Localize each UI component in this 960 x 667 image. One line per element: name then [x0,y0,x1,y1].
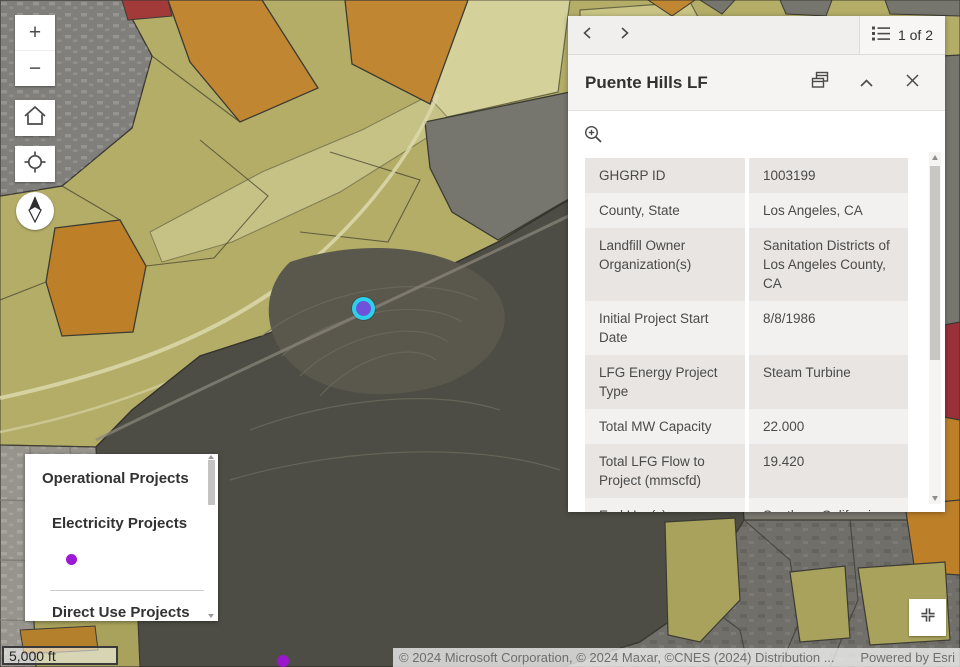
close-icon [906,74,919,92]
field-row-landfill-owner: Landfill Owner Organization(s) Sanitatio… [585,228,908,301]
legend-panel: Operational Projects Electricity Project… [25,454,218,621]
field-row-end-use: End Use(s) Southern California [585,498,908,512]
field-value: 8/8/1986 [749,301,908,355]
feature-popup: 1 of 2 Puente Hills LF [568,16,945,512]
field-value: 19.420 [749,444,908,498]
legend-scrollbar-thumb[interactable] [208,460,215,505]
collapse-icon [917,604,939,631]
feature-pager-count[interactable]: 1 of 2 [859,16,945,54]
field-row-project-type: LFG Energy Project Type Steam Turbine [585,355,908,409]
legend-layer-direct-use: Direct Use Projects [52,604,204,621]
dock-icon [810,70,830,95]
close-popup-button[interactable] [889,65,935,101]
field-value: Southern California [749,498,908,512]
compass-icon [24,195,46,228]
home-icon [23,105,47,132]
field-value: Steam Turbine [749,355,908,409]
locate-button[interactable] [15,146,55,182]
popup-content: GHGRP ID 1003199 County, State Los Angel… [568,111,945,512]
field-value: Sanitation Districts of Los Angeles Coun… [749,228,908,301]
field-row-lfg-flow: Total LFG Flow to Project (mmscfd) 19.42… [585,444,908,498]
field-label: County, State [585,193,745,228]
previous-feature-button[interactable] [573,21,601,49]
field-label: Landfill Owner Organization(s) [585,228,745,301]
legend-divider [50,590,204,591]
attribution-bar: © 2024 Microsoft Corporation, © 2024 Max… [393,648,960,667]
popup-title: Puente Hills LF [585,73,797,93]
scale-bar: 5,000 ft [2,646,118,665]
field-label: Total LFG Flow to Project (mmscfd) [585,444,745,498]
field-label: LFG Energy Project Type [585,355,745,409]
field-label: End Use(s) [585,498,745,512]
zoom-to-icon [584,125,603,147]
collapse-popup-button[interactable] [843,65,889,101]
field-value: 1003199 [749,158,908,193]
scroll-down-icon[interactable] [932,496,938,501]
chevron-left-icon [582,26,593,44]
field-label: GHGRP ID [585,158,745,193]
zoom-control: + − [15,15,55,86]
zoom-out-button[interactable]: − [15,50,55,86]
popup-scrollbar-thumb[interactable] [930,166,940,360]
field-row-ghgrp-id: GHGRP ID 1003199 [585,158,908,193]
chevron-right-icon [619,26,630,44]
zoom-in-button[interactable]: + [15,15,55,50]
scroll-up-icon[interactable] [932,155,938,160]
legend-scroll-down-icon[interactable] [208,614,214,618]
dock-popup-button[interactable] [797,65,843,101]
toggle-fullscreen-button[interactable] [909,599,946,636]
project-marker[interactable] [277,655,289,667]
field-label: Total MW Capacity [585,409,745,444]
home-button[interactable] [15,100,55,136]
list-icon [872,26,890,44]
scale-bar-label: 5,000 ft [9,648,56,664]
popup-pager-bar: 1 of 2 [568,16,945,55]
attribution-sources: © 2024 Microsoft Corporation, © 2024 Max… [399,650,846,665]
field-label: Initial Project Start Date [585,301,745,355]
map-viewer: + − Operational Projects Electr [0,0,960,667]
popup-title-bar: Puente Hills LF [568,55,945,111]
field-row-start-date: Initial Project Start Date 8/8/1986 [585,301,908,355]
locate-icon [23,150,47,179]
legend-layer-electricity: Electricity Projects [52,515,204,532]
field-value: Los Angeles, CA [749,193,908,228]
zoom-to-feature-button[interactable] [578,123,604,149]
legend-title: Operational Projects [42,470,204,487]
next-feature-button[interactable] [610,21,638,49]
chevron-up-icon [860,74,873,92]
electricity-swatch [66,554,77,565]
attribute-table: GHGRP ID 1003199 County, State Los Angel… [585,158,908,512]
popup-scrollbar[interactable] [929,152,941,504]
field-row-county-state: County, State Los Angeles, CA [585,193,908,228]
legend-scroll-up-icon[interactable] [208,455,214,459]
compass-button[interactable] [16,192,54,230]
field-value: 22.000 [749,409,908,444]
field-row-mw-capacity: Total MW Capacity 22.000 [585,409,908,444]
powered-by-esri: Powered by Esri [860,650,955,665]
pager-count-label: 1 of 2 [898,27,933,43]
selected-feature-marker[interactable] [352,297,375,320]
